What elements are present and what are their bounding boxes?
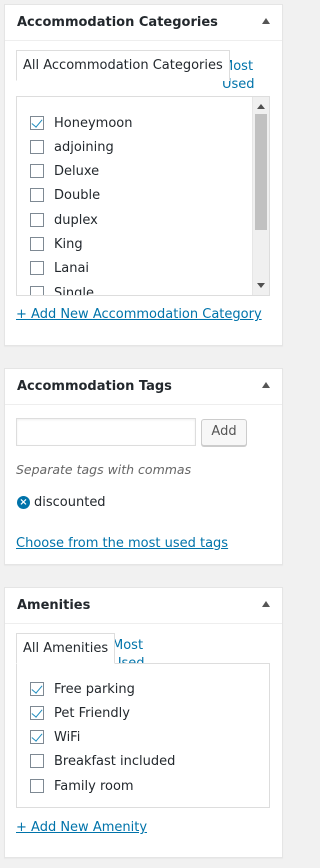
amenity-checkbox[interactable]	[30, 682, 44, 696]
category-label: adjoining	[54, 139, 114, 155]
remove-tag-icon[interactable]: ×	[17, 496, 30, 509]
amenity-item-free-parking[interactable]: Free parking	[30, 679, 135, 699]
amenity-item-pet-friendly[interactable]: Pet Friendly	[30, 703, 130, 723]
category-item-honeymoon[interactable]: Honeymoon	[30, 113, 132, 133]
category-item-lanai[interactable]: Lanai	[30, 258, 89, 278]
scrollbar-thumb[interactable]	[255, 114, 267, 230]
category-item-single[interactable]: Single	[30, 283, 94, 296]
amenity-label: Free parking	[54, 681, 135, 697]
category-label: Single	[54, 285, 94, 296]
add-new-amenity-link[interactable]: + Add New Amenity	[16, 820, 147, 835]
amenity-checkbox[interactable]	[30, 706, 44, 720]
category-checkbox[interactable]	[30, 188, 44, 202]
category-item-king[interactable]: King	[30, 234, 83, 254]
add-tag-button[interactable]: Add	[201, 419, 247, 446]
tags-header[interactable]: Accommodation Tags	[5, 369, 282, 405]
category-label: King	[54, 236, 83, 252]
category-label: Double	[54, 187, 101, 203]
amenity-checkbox[interactable]	[30, 730, 44, 744]
collapse-arrow-icon[interactable]	[262, 601, 270, 607]
collapse-arrow-icon[interactable]	[262, 382, 270, 388]
category-checkbox[interactable]	[30, 164, 44, 178]
amenity-item-wifi[interactable]: WiFi	[30, 727, 80, 747]
choose-most-used-tags-link[interactable]: Choose from the most used tags	[16, 536, 228, 551]
accommodation-tags-box: Accommodation Tags Add Separate tags wit…	[4, 368, 283, 565]
amenity-label: Pet Friendly	[54, 705, 130, 721]
add-new-category-link[interactable]: + Add New Accommodation Category	[16, 307, 262, 322]
category-checkbox[interactable]	[30, 213, 44, 227]
amenity-label: Family room	[54, 778, 134, 794]
checklist-scrollbar[interactable]	[252, 97, 269, 295]
category-checkbox[interactable]	[30, 140, 44, 154]
accommodation-categories-box: Accommodation Categories All Accommodati…	[4, 4, 283, 346]
amenity-checkbox[interactable]	[30, 754, 44, 768]
category-item-adjoining[interactable]: adjoining	[30, 137, 114, 157]
categories-header[interactable]: Accommodation Categories	[5, 5, 282, 41]
category-checkbox[interactable]	[30, 286, 44, 295]
new-tag-input[interactable]	[16, 418, 196, 446]
category-item-deluxe[interactable]: Deluxe	[30, 161, 99, 181]
amenities-header[interactable]: Amenities	[5, 588, 282, 624]
category-item-double[interactable]: Double	[30, 185, 100, 205]
categories-title: Accommodation Categories	[17, 15, 218, 30]
category-label: duplex	[54, 212, 98, 228]
category-checkbox[interactable]	[30, 237, 44, 251]
scroll-up-arrow-icon[interactable]	[257, 104, 265, 109]
category-label: Lanai	[54, 260, 90, 276]
tab-all-amenities[interactable]: All Amenities	[16, 633, 116, 664]
category-checkbox[interactable]	[30, 116, 44, 130]
tags-hint: Separate tags with commas	[16, 462, 192, 477]
amenity-checkbox[interactable]	[30, 779, 44, 793]
scroll-down-arrow-icon[interactable]	[257, 283, 265, 288]
amenity-label: WiFi	[54, 729, 81, 745]
amenity-item-family-room[interactable]: Family room	[30, 776, 134, 796]
category-label: Honeymoon	[54, 115, 133, 131]
amenity-label: Breakfast included	[54, 753, 176, 769]
amenities-box: Amenities All Amenities Most Used Free p…	[4, 587, 283, 858]
category-checkbox[interactable]	[30, 261, 44, 275]
amenities-title: Amenities	[17, 598, 91, 613]
categories-checklist: Honeymoon adjoining Deluxe Double duplex…	[16, 96, 270, 296]
category-item-duplex[interactable]: duplex	[30, 210, 98, 230]
tags-title: Accommodation Tags	[17, 379, 172, 394]
tab-all-accommodation-categories[interactable]: All Accommodation Categories	[16, 50, 230, 81]
tab-most-used-categories[interactable]: Most Used	[222, 58, 276, 94]
category-label: Deluxe	[54, 163, 100, 179]
amenities-checklist: Free parking Pet Friendly WiFi Breakfast…	[16, 663, 270, 808]
collapse-arrow-icon[interactable]	[262, 18, 270, 24]
amenity-item-breakfast-included[interactable]: Breakfast included	[30, 751, 175, 771]
tag-discounted: discounted	[34, 495, 106, 510]
